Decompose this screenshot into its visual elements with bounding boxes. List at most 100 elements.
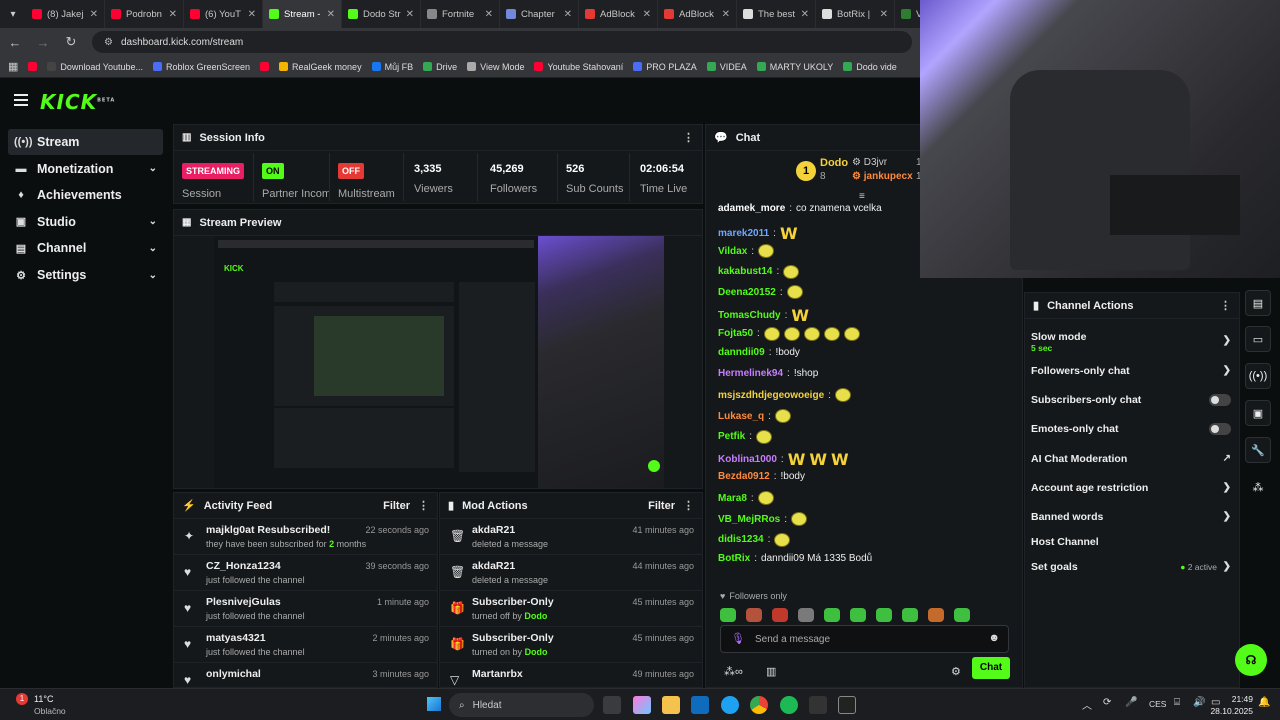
activity-row[interactable]: ♥ onlymichal 3 minutes ago: [174, 663, 437, 687]
mod-action-name[interactable]: Subscriber-Only: [472, 632, 554, 644]
hamburger-menu-icon[interactable]: [14, 94, 28, 109]
browser-tab[interactable]: (8) Jakej ✕: [26, 0, 105, 28]
mod-action-name[interactable]: Subscriber-Only: [472, 596, 554, 608]
chevron-down-icon[interactable]: ⌄: [149, 216, 157, 227]
network-icon[interactable]: ⌸: [1174, 697, 1180, 708]
chat-username[interactable]: Petfik: [718, 431, 745, 442]
chat-send-button[interactable]: Chat: [972, 657, 1010, 679]
chat-username[interactable]: Mara8: [718, 493, 747, 504]
chat-username[interactable]: TomasChudy: [718, 310, 781, 321]
banned-words-row[interactable]: Banned words ❯: [1031, 511, 1235, 523]
chat-username[interactable]: danndii09: [718, 347, 765, 358]
bookmark-item[interactable]: Drive: [423, 62, 457, 72]
bookmark-item[interactable]: VIDEA: [706, 62, 747, 72]
task-view-icon[interactable]: [603, 696, 621, 714]
tools-icon[interactable]: 🔧: [1245, 437, 1271, 463]
browser-tab[interactable]: AdBlock ✕: [579, 0, 658, 28]
tab-close-icon[interactable]: ✕: [248, 9, 256, 20]
browser-tab[interactable]: Chapter ✕: [500, 0, 579, 28]
ai-moderation-row[interactable]: AI Chat Moderation ↗: [1031, 453, 1235, 465]
sidebar-item-channel[interactable]: ▤ Channel ⌄: [8, 235, 163, 261]
epic-games-icon[interactable]: [838, 696, 856, 714]
chat-message[interactable]: Hermelinek94: !shop: [718, 368, 818, 379]
emote-picker-icon[interactable]: [824, 608, 840, 622]
mod-more-icon[interactable]: ⋮: [683, 499, 694, 512]
activity-username[interactable]: matyas4321: [206, 632, 266, 644]
mod-filter-button[interactable]: Filter: [648, 500, 675, 512]
bookmark-item[interactable]: MARTY UKOLY: [756, 62, 833, 72]
tab-close-icon[interactable]: ✕: [643, 9, 651, 20]
emote-picker-icon[interactable]: [902, 608, 918, 622]
browser-tab[interactable]: AdBlock ✕: [658, 0, 737, 28]
emote-picker-icon[interactable]: [876, 608, 892, 622]
chevron-down-icon[interactable]: ⌄: [149, 163, 157, 174]
more-options-icon[interactable]: ⋮: [683, 131, 694, 144]
chat-message[interactable]: Petfik:: [718, 429, 773, 444]
tab-close-icon[interactable]: ✕: [564, 9, 572, 20]
chat-username[interactable]: msjszdhdjegeowoeige: [718, 390, 824, 401]
copilot-icon[interactable]: [633, 696, 651, 714]
slow-mode-row[interactable]: Slow mode 5 sec ❯: [1031, 331, 1235, 353]
chat-message[interactable]: Deena20152:: [718, 285, 803, 300]
file-explorer-icon[interactable]: [662, 696, 680, 714]
chat-message[interactable]: msjszdhdjegeowoeige:: [718, 388, 851, 403]
chat-input[interactable]: 🎙 Send a message ☻: [720, 625, 1009, 653]
browser-tab[interactable]: The best ✕: [737, 0, 816, 28]
channel-actions-more-icon[interactable]: ⋮: [1220, 299, 1231, 312]
host-channel-row[interactable]: Host Channel: [1031, 536, 1235, 548]
activity-row[interactable]: ✦ majklg0at Resubscribed! they have been s…: [174, 519, 437, 555]
activity-username[interactable]: PlesnivejGulas: [206, 596, 281, 608]
bookmark-item[interactable]: Dodo vide: [843, 62, 897, 72]
dashboard-icon[interactable]: ▣: [1245, 400, 1271, 426]
forward-icon[interactable]: →: [36, 35, 50, 50]
browser-tab[interactable]: Stream - ✕: [263, 0, 342, 28]
chat-message[interactable]: Vildax:: [718, 244, 775, 259]
bookmark-item[interactable]: Youtube Stahovaní: [534, 62, 623, 72]
bookmark-item[interactable]: [28, 62, 38, 72]
top-user-name[interactable]: Dodo: [820, 157, 848, 169]
chat-message[interactable]: adamek_more: co znamena vcelka: [718, 203, 882, 214]
activity-row[interactable]: ♥ CZ_Honza1234 just followed the channel 39…: [174, 555, 437, 591]
edge-icon[interactable]: [721, 696, 739, 714]
chrome-icon[interactable]: [750, 696, 768, 714]
tab-close-icon[interactable]: ✕: [722, 9, 730, 20]
browser-tab[interactable]: Podrobn ✕: [105, 0, 184, 28]
support-button[interactable]: ☊: [1235, 644, 1267, 676]
bookmark-item[interactable]: RealGeek money: [279, 62, 362, 72]
mod-action-row[interactable]: 🗑 akdaR21 deleted a message 44 minutes ago: [440, 555, 702, 591]
terminal-icon[interactable]: [809, 696, 827, 714]
subscribers-only-toggle[interactable]: [1209, 394, 1231, 406]
bookmark-item[interactable]: Můj FB: [371, 62, 413, 72]
third-user-name[interactable]: jankupecx: [864, 171, 913, 182]
emote-picker-icon[interactable]: [928, 608, 944, 622]
chat-message[interactable]: TomasChudy: W: [718, 306, 809, 325]
emote-picker-icon[interactable]: [772, 608, 788, 622]
emote-picker-icon[interactable]: [798, 608, 814, 622]
browser-tab[interactable]: Fortnite ✕: [421, 0, 500, 28]
activity-username[interactable]: majklg0at Resubscribed!: [206, 524, 330, 536]
activity-username[interactable]: onlymichal: [206, 668, 261, 680]
chevron-down-icon[interactable]: ⌄: [149, 270, 157, 281]
bookmark-item[interactable]: Roblox GreenScreen: [152, 62, 250, 72]
tray-sync-icon[interactable]: ⟳: [1103, 697, 1111, 708]
activity-username[interactable]: CZ_Honza1234: [206, 560, 281, 572]
tab-close-icon[interactable]: ✕: [406, 9, 414, 20]
chat-username[interactable]: kakabust14: [718, 266, 772, 277]
emote-picker-icon[interactable]: [720, 608, 736, 622]
points-rail-icon[interactable]: ⁂: [1245, 474, 1271, 500]
broadcast-icon[interactable]: ((•)): [1245, 363, 1271, 389]
sidebar-item-settings[interactable]: ⚙ Settings ⌄: [8, 262, 163, 288]
browser-tab[interactable]: BotRix | ✕: [816, 0, 895, 28]
chat-message[interactable]: danndii09: !body: [718, 347, 800, 358]
second-user-name[interactable]: D3jvr: [864, 157, 887, 168]
chevron-down-icon[interactable]: ⌄: [149, 243, 157, 254]
emoji-icon[interactable]: ☻: [988, 632, 1000, 644]
apps-grid-icon[interactable]: ▦: [8, 60, 18, 73]
chat-username[interactable]: Vildax: [718, 246, 747, 257]
chat-message[interactable]: Lukase_q:: [718, 409, 791, 423]
mod-action-row[interactable]: 🎁 Subscriber-Only turned off by Dodo 45 min…: [440, 591, 702, 627]
mod-action-by[interactable]: Dodo: [524, 611, 547, 621]
bookmark-item[interactable]: Download Youtube...: [47, 62, 143, 72]
mod-action-row[interactable]: 🎁 Subscriber-Only turned on by Dodo 45 minu…: [440, 627, 702, 663]
chat-username[interactable]: Deena20152: [718, 287, 776, 298]
